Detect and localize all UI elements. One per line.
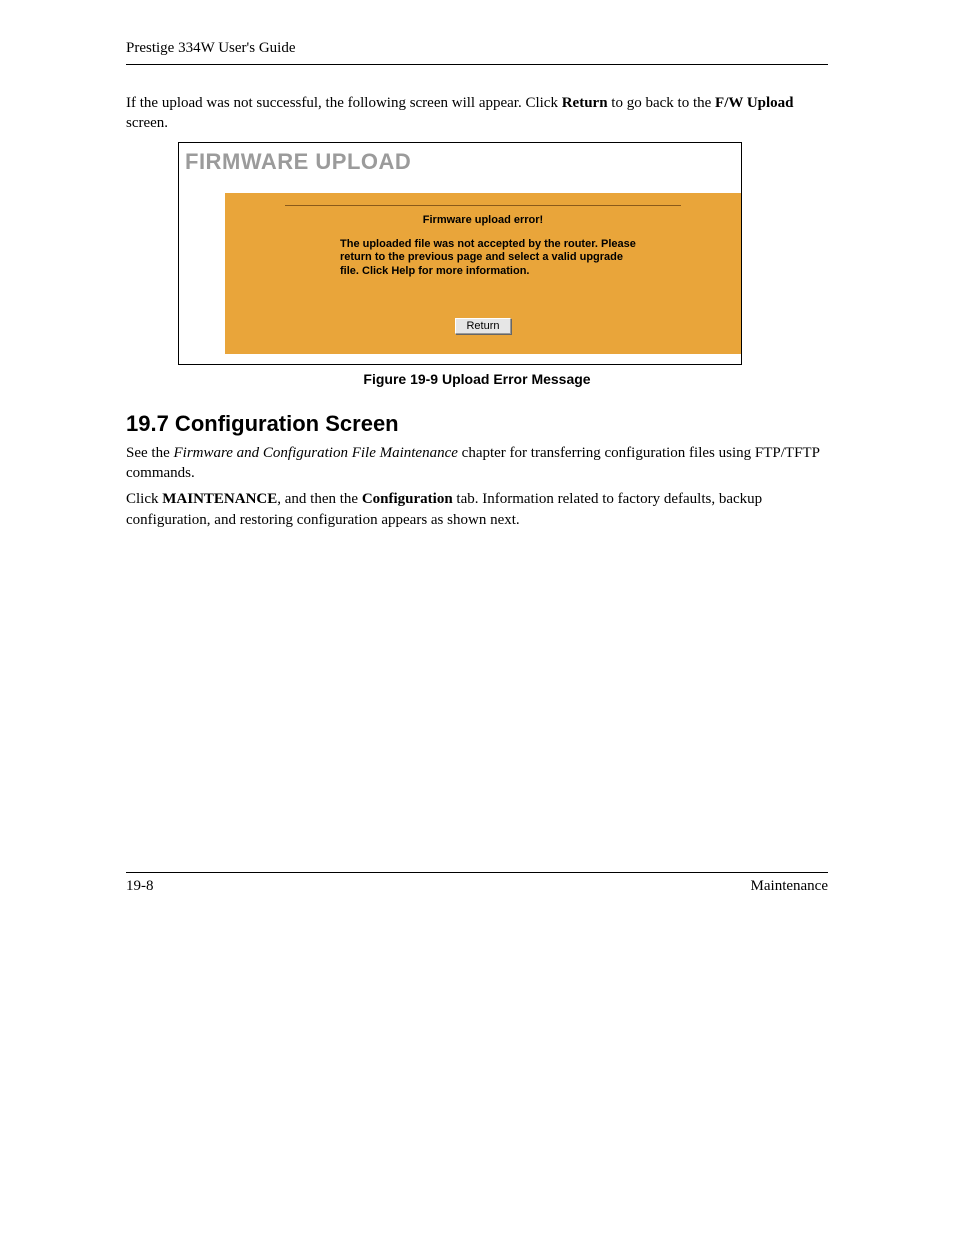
- firmware-button-row: Return: [245, 317, 721, 334]
- p1-italic: Firmware and Configuration File Maintena…: [173, 445, 457, 461]
- firmware-error-message: The uploaded file was not accepted by th…: [340, 238, 636, 279]
- p2-bold1: MAINTENANCE: [162, 491, 277, 507]
- intro-text-3: screen.: [126, 115, 168, 131]
- page-footer: 19-8 Maintenance: [126, 872, 828, 895]
- footer-page-number: 19-8: [126, 878, 154, 895]
- footer-section-name: Maintenance: [751, 878, 828, 895]
- p2-bold2: Configuration: [362, 491, 453, 507]
- intro-fw-bold: F/W Upload: [715, 95, 794, 111]
- firmware-upload-title: FIRMWARE UPLOAD: [185, 149, 735, 175]
- section-heading: 19.7 Configuration Screen: [126, 411, 828, 437]
- intro-text-1: If the upload was not successful, the fo…: [126, 95, 562, 111]
- firmware-error-box: Firmware upload error! The uploaded file…: [225, 193, 741, 354]
- divider: [285, 205, 681, 206]
- header-title: Prestige 334W User's Guide: [126, 40, 295, 56]
- p1-text-a: See the: [126, 445, 173, 461]
- firmware-upload-panel: FIRMWARE UPLOAD Firmware upload error! T…: [178, 142, 742, 365]
- firmware-error-title: Firmware upload error!: [245, 214, 721, 226]
- return-button[interactable]: Return: [455, 318, 510, 334]
- figure-caption: Figure 19-9 Upload Error Message: [126, 371, 828, 387]
- section-paragraph-1: See the Firmware and Configuration File …: [126, 443, 828, 484]
- intro-return-bold: Return: [562, 95, 608, 111]
- intro-text-2: to go back to the: [608, 95, 715, 111]
- intro-paragraph: If the upload was not successful, the fo…: [126, 93, 828, 134]
- p2-text-b: , and then the: [277, 491, 362, 507]
- section-paragraph-2: Click MAINTENANCE, and then the Configur…: [126, 489, 828, 530]
- p2-text-a: Click: [126, 491, 162, 507]
- page-header: Prestige 334W User's Guide: [126, 40, 828, 65]
